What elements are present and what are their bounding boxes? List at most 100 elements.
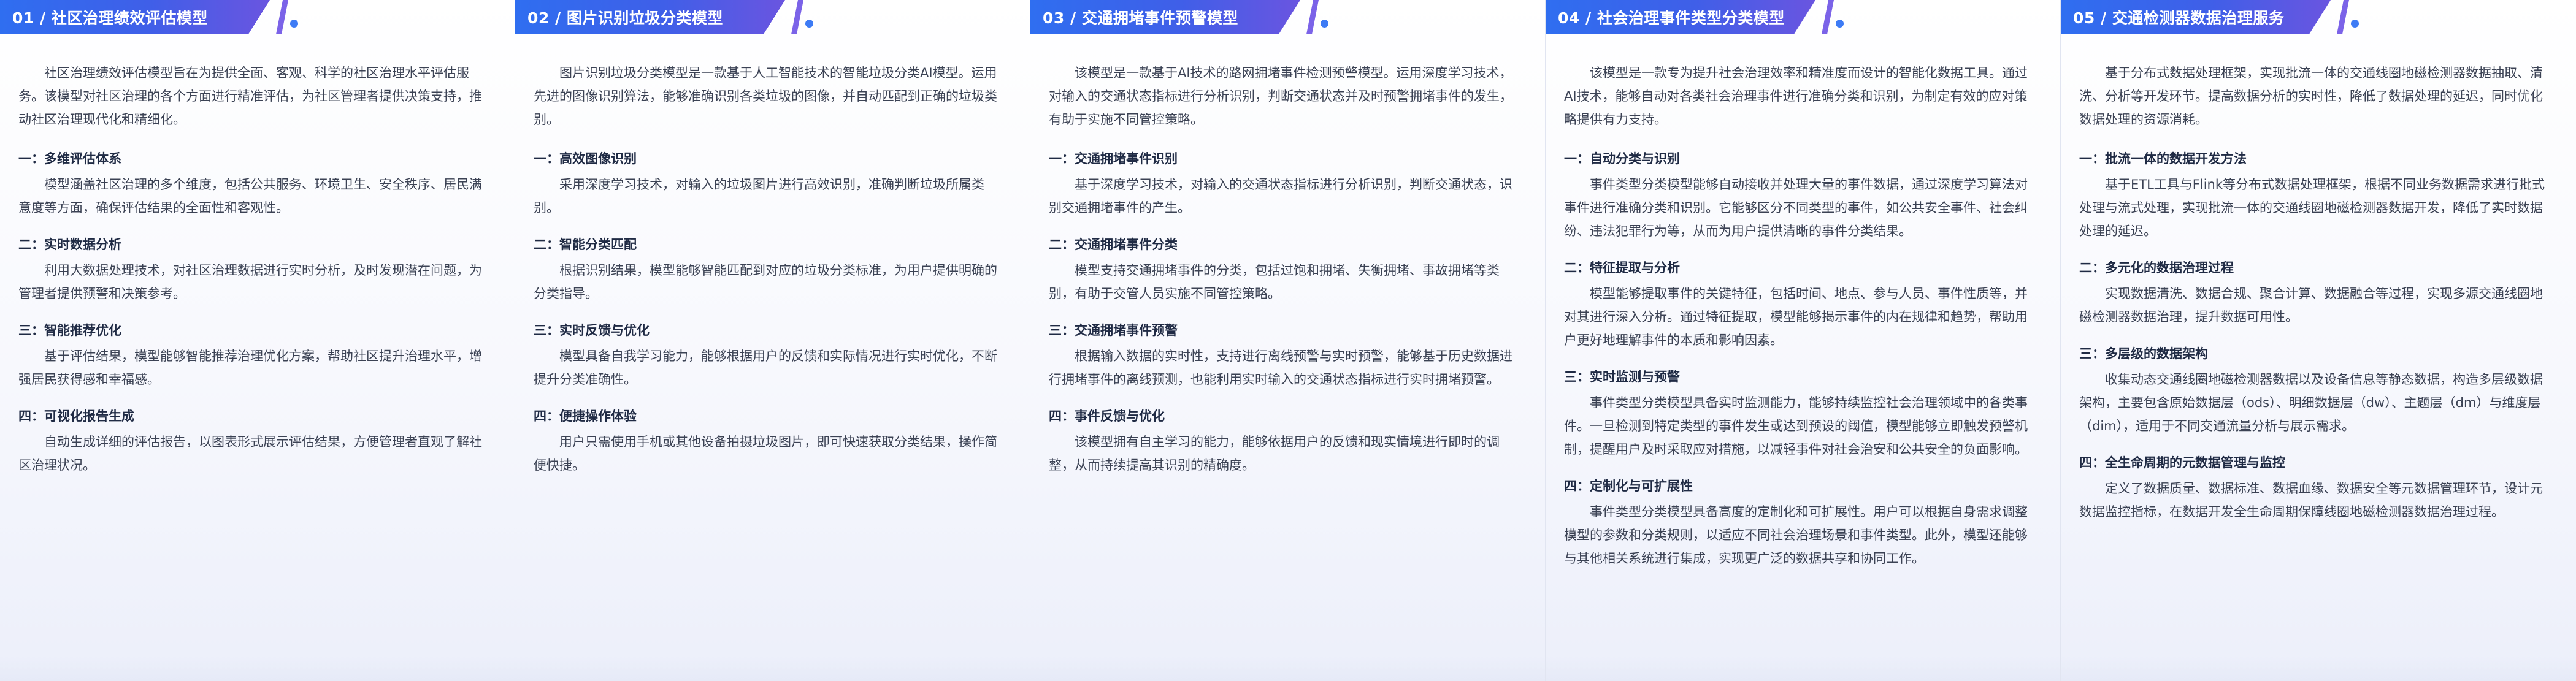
feature-title: 四：定制化与可扩展性 (1564, 479, 1693, 493)
feature-title: 一：批流一体的数据开发方法 (2079, 151, 2247, 166)
tab-dot-icon (1836, 20, 1844, 28)
feature-section: 一：批流一体的数据开发方法 基于ETL工具与Flink等分布式数据处理框架，根据… (2079, 147, 2555, 243)
feature-title: 四：事件反馈与优化 (1049, 409, 1165, 424)
panel-title: 02 / 图片识别垃圾分类模型 (527, 9, 723, 27)
panel-title: 03 / 交通拥堵事件预警模型 (1043, 9, 1238, 27)
feature-title: 三：实时监测与预警 (1564, 370, 1680, 384)
feature-description: 根据识别结果，模型能够智能匹配到对应的垃圾分类标准，为用户提供明确的分类指导。 (534, 263, 997, 301)
panel-content: 该模型是一款基于AI技术的路网拥堵事件检测预警模型。运用深度学习技术，对输入的交… (1049, 61, 1524, 490)
feature-title: 一：高效图像识别 (534, 151, 637, 166)
panel-content: 该模型是一款专为提升社会治理效率和精准度而设计的智能化数据工具。通过AI技术，能… (1564, 61, 2039, 584)
tab-accent-stripe (1822, 0, 1834, 34)
panel-bottom-fade (1546, 656, 2060, 681)
panel-intro: 图片识别垃圾分类模型是一款基于人工智能技术的智能垃圾分类AI模型。运用先进的图像… (534, 66, 997, 127)
feature-section: 二：交通拥堵事件分类 模型支持交通拥堵事件的分类，包括过饱和拥堵、失衡拥堵、事故… (1049, 233, 1524, 305)
tab-accent-stripe (276, 0, 288, 34)
feature-description: 采用深度学习技术，对输入的垃圾图片进行高效识别，准确判断垃圾所属类别。 (534, 177, 984, 215)
feature-title: 一：多维评估体系 (18, 151, 121, 166)
panel-tab[interactable]: 05 / 交通检测器数据治理服务 (2061, 0, 2360, 34)
tab-accent-stripe (1306, 0, 1319, 34)
panel-bottom-fade (2061, 656, 2576, 681)
feature-title: 一：自动分类与识别 (1564, 151, 1680, 166)
feature-section: 四：定制化与可扩展性 事件类型分类模型具备高度的定制化和可扩展性。用户可以根据自… (1564, 474, 2039, 570)
panel-traffic-congestion: 03 / 交通拥堵事件预警模型 该模型是一款基于AI技术的路网拥堵事件检测预警模… (1030, 0, 1546, 681)
feature-section: 二：实时数据分析 利用大数据处理技术，对社区治理数据进行实时分析，及时发现潜在问… (18, 233, 494, 305)
feature-title: 四：便捷操作体验 (534, 409, 637, 424)
feature-description: 基于ETL工具与Flink等分布式数据处理框架，根据不同业务数据需求进行批式处理… (2079, 177, 2545, 238)
feature-title: 四：可视化报告生成 (18, 409, 134, 424)
feature-title: 二：智能分类匹配 (534, 237, 637, 252)
panel-title: 05 / 交通检测器数据治理服务 (2073, 9, 2285, 27)
feature-description: 基于深度学习技术，对输入的交通状态指标进行分析识别，判断交通状态，识别交通拥堵事… (1049, 177, 1512, 215)
feature-description: 该模型拥有自主学习的能力，能够依据用户的反馈和现实情境进行即时的调整，从而持续提… (1049, 435, 1500, 473)
panel-garbage-classification: 02 / 图片识别垃圾分类模型 图片识别垃圾分类模型是一款基于人工智能技术的智能… (515, 0, 1030, 681)
feature-section: 二：智能分类匹配 根据识别结果，模型能够智能匹配到对应的垃圾分类标准，为用户提供… (534, 233, 1009, 305)
panel-content: 基于分布式数据处理框架，实现批流一体的交通线圈地磁检测器数据抽取、清洗、分析等开… (2079, 61, 2555, 537)
feature-description: 利用大数据处理技术，对社区治理数据进行实时分析，及时发现潜在问题，为管理者提供预… (18, 263, 482, 301)
tab-dot-icon (805, 20, 813, 28)
feature-description: 模型具备自我学习能力，能够根据用户的反馈和实际情况进行实时优化，不断提升分类准确… (534, 349, 997, 387)
feature-description: 实现数据清洗、数据合规、聚合计算、数据融合等过程，实现多源交通线圈地磁检测器数据… (2079, 286, 2543, 324)
panel-bottom-fade (0, 656, 515, 681)
feature-section: 一：自动分类与识别 事件类型分类模型能够自动接收并处理大量的事件数据，通过深度学… (1564, 147, 2039, 243)
feature-section: 一：多维评估体系 模型涵盖社区治理的多个维度，包括公共服务、环境卫生、安全秩序、… (18, 147, 494, 219)
feature-title: 二：交通拥堵事件分类 (1049, 237, 1178, 252)
feature-description: 用户只需使用手机或其他设备拍摄垃圾图片，即可快速获取分类结果，操作简便快捷。 (534, 435, 997, 473)
feature-title: 一：交通拥堵事件识别 (1049, 151, 1178, 166)
feature-title: 四：全生命周期的元数据管理与监控 (2079, 455, 2285, 470)
panel-intro: 社区治理绩效评估模型旨在为提供全面、客观、科学的社区治理水平评估服务。该模型对社… (18, 66, 482, 127)
feature-description: 模型涵盖社区治理的多个维度，包括公共服务、环境卫生、安全秩序、居民满意度等方面，… (18, 177, 482, 215)
feature-section: 四：全生命周期的元数据管理与监控 定义了数据质量、数据标准、数据血缘、数据安全等… (2079, 451, 2555, 523)
feature-title: 二：实时数据分析 (18, 237, 121, 252)
feature-description: 收集动态交通线圈地磁检测器数据以及设备信息等静态数据，构造多层级数据架构，主要包… (2079, 372, 2543, 433)
panel-title: 04 / 社会治理事件类型分类模型 (1558, 9, 1785, 27)
panel-intro: 该模型是一款基于AI技术的路网拥堵事件检测预警模型。运用深度学习技术，对输入的交… (1049, 66, 1512, 127)
feature-section: 一：交通拥堵事件识别 基于深度学习技术，对输入的交通状态指标进行分析识别，判断交… (1049, 147, 1524, 219)
panel-bottom-fade (515, 656, 1030, 681)
panel-event-classification: 04 / 社会治理事件类型分类模型 该模型是一款专为提升社会治理效率和精准度而设… (1546, 0, 2061, 681)
panel-tab[interactable]: 04 / 社会治理事件类型分类模型 (1546, 0, 1845, 34)
feature-description: 基于评估结果，模型能够智能推荐治理优化方案，帮助社区提升治理水平，增强居民获得感… (18, 349, 482, 387)
feature-description: 事件类型分类模型具备高度的定制化和可扩展性。用户可以根据自身需求调整模型的参数和… (1564, 504, 2028, 566)
feature-title: 二：多元化的数据治理过程 (2079, 261, 2234, 275)
panel-tab[interactable]: 01 / 社区治理绩效评估模型 (0, 0, 299, 34)
feature-section: 三：交通拥堵事件预警 根据输入数据的实时性，支持进行离线预警与实时预警，能够基于… (1049, 319, 1524, 391)
panel-intro: 基于分布式数据处理框架，实现批流一体的交通线圈地磁检测器数据抽取、清洗、分析等开… (2079, 66, 2543, 127)
tab-accent-stripe (791, 0, 803, 34)
tab-dot-icon (290, 20, 298, 28)
feature-section: 三：实时监测与预警 事件类型分类模型具备实时监测能力，能够持续监控社会治理领域中… (1564, 365, 2039, 461)
panel-bottom-fade (1030, 656, 1545, 681)
feature-section: 三：实时反馈与优化 模型具备自我学习能力，能够根据用户的反馈和实际情况进行实时优… (534, 319, 1009, 391)
feature-title: 三：实时反馈与优化 (534, 323, 650, 338)
feature-section: 二：多元化的数据治理过程 实现数据清洗、数据合规、聚合计算、数据融合等过程，实现… (2079, 256, 2555, 329)
panel-tab[interactable]: 02 / 图片识别垃圾分类模型 (515, 0, 815, 34)
feature-description: 定义了数据质量、数据标准、数据血缘、数据安全等元数据管理环节，设计元数据监控指标… (2079, 481, 2543, 519)
feature-title: 三：多层级的数据架构 (2079, 346, 2208, 361)
feature-description: 模型支持交通拥堵事件的分类，包括过饱和拥堵、失衡拥堵、事故拥堵等类别，有助于交管… (1049, 263, 1500, 301)
feature-description: 事件类型分类模型具备实时监测能力，能够持续监控社会治理领域中的各类事件。一旦检测… (1564, 395, 2028, 457)
feature-description: 事件类型分类模型能够自动接收并处理大量的事件数据，通过深度学习算法对事件进行准确… (1564, 177, 2028, 238)
feature-section: 四：可视化报告生成 自动生成详细的评估报告，以图表形式展示评估结果，方便管理者直… (18, 405, 494, 477)
panel-community-governance: 01 / 社区治理绩效评估模型 社区治理绩效评估模型旨在为提供全面、客观、科学的… (0, 0, 515, 681)
panel-content: 社区治理绩效评估模型旨在为提供全面、客观、科学的社区治理水平评估服务。该模型对社… (18, 61, 494, 490)
feature-title: 二：特征提取与分析 (1564, 261, 1680, 275)
tab-dot-icon (1321, 20, 1328, 28)
tab-dot-icon (2351, 20, 2359, 28)
panels-row: 01 / 社区治理绩效评估模型 社区治理绩效评估模型旨在为提供全面、客观、科学的… (0, 0, 2576, 681)
feature-section: 四：事件反馈与优化 该模型拥有自主学习的能力，能够依据用户的反馈和现实情境进行即… (1049, 405, 1524, 477)
feature-section: 三：智能推荐优化 基于评估结果，模型能够智能推荐治理优化方案，帮助社区提升治理水… (18, 319, 494, 391)
feature-section: 三：多层级的数据架构 收集动态交通线圈地磁检测器数据以及设备信息等静态数据，构造… (2079, 342, 2555, 438)
panel-intro: 该模型是一款专为提升社会治理效率和精准度而设计的智能化数据工具。通过AI技术，能… (1564, 66, 2028, 127)
feature-title: 三：交通拥堵事件预警 (1049, 323, 1178, 338)
feature-description: 根据输入数据的实时性，支持进行离线预警与实时预警，能够基于历史数据进行拥堵事件的… (1049, 349, 1512, 387)
feature-title: 三：智能推荐优化 (18, 323, 121, 338)
panel-title: 01 / 社区治理绩效评估模型 (12, 9, 208, 27)
feature-description: 自动生成详细的评估报告，以图表形式展示评估结果，方便管理者直观了解社区治理状况。 (18, 435, 482, 473)
feature-description: 模型能够提取事件的关键特征，包括时间、地点、参与人员、事件性质等，并对其进行深入… (1564, 286, 2028, 348)
panel-content: 图片识别垃圾分类模型是一款基于人工智能技术的智能垃圾分类AI模型。运用先进的图像… (534, 61, 1009, 490)
tab-accent-stripe (2337, 0, 2349, 34)
panel-tab[interactable]: 03 / 交通拥堵事件预警模型 (1030, 0, 1330, 34)
feature-section: 一：高效图像识别 采用深度学习技术，对输入的垃圾图片进行高效识别，准确判断垃圾所… (534, 147, 1009, 219)
panel-detector-data-governance: 05 / 交通检测器数据治理服务 基于分布式数据处理框架，实现批流一体的交通线圈… (2061, 0, 2576, 681)
feature-section: 二：特征提取与分析 模型能够提取事件的关键特征，包括时间、地点、参与人员、事件性… (1564, 256, 2039, 352)
